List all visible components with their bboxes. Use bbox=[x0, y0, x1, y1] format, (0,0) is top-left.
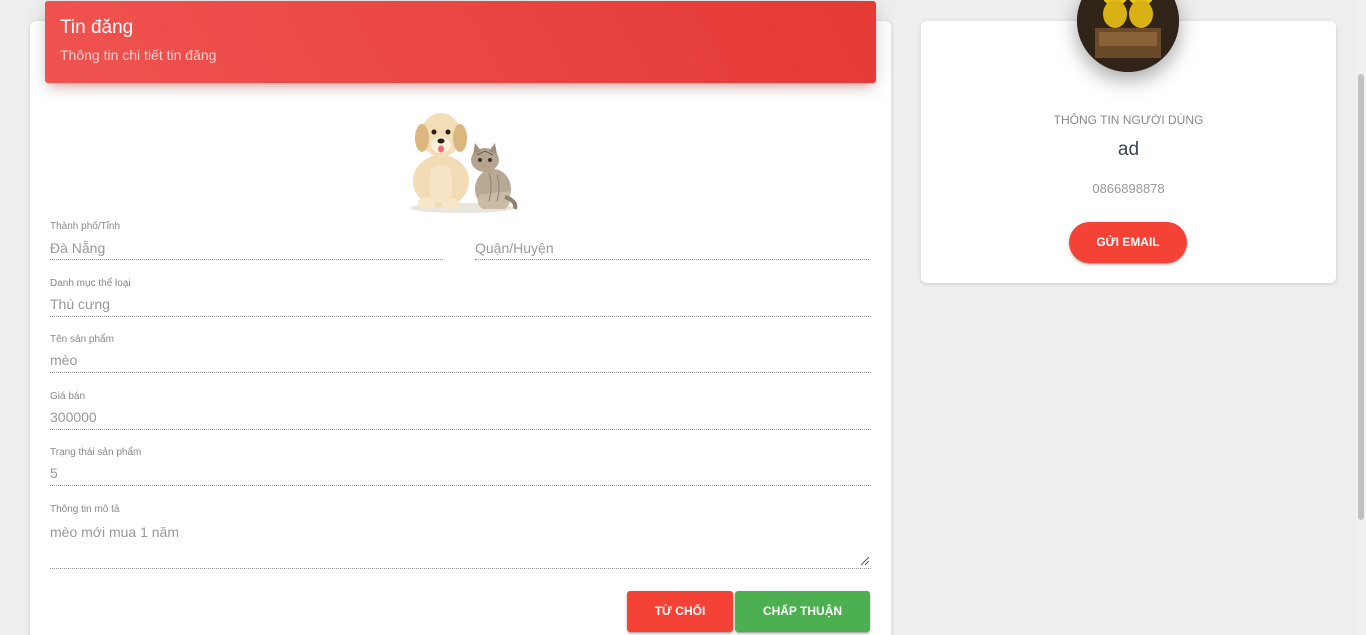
send-email-button[interactable]: GỬI EMAIL bbox=[1069, 222, 1187, 263]
price-underline bbox=[50, 429, 871, 430]
page-title: Tin đăng bbox=[60, 17, 134, 38]
reject-button[interactable]: TỪ CHỐI bbox=[627, 591, 733, 632]
category-field[interactable]: Danh mục thể loại Thú cưng bbox=[50, 278, 871, 319]
accept-button[interactable]: CHẤP THUẬN bbox=[735, 591, 870, 632]
user-info-label: THÔNG TIN NGƯỜI DÙNG bbox=[1053, 113, 1204, 127]
category-underline bbox=[50, 316, 871, 317]
product-image bbox=[405, 105, 520, 215]
page-subtitle: Thông tin chi tiết tin đăng bbox=[60, 47, 217, 63]
category-value: Thú cưng bbox=[50, 296, 110, 312]
card-header: Tin đăng Thông tin chi tiết tin đăng bbox=[45, 1, 876, 83]
description-label: Thông tin mô tả bbox=[50, 504, 120, 515]
product-name-label: Tên sản phẩm bbox=[50, 334, 114, 345]
city-field[interactable]: Thành phố/Tỉnh Đà Nẵng bbox=[50, 221, 443, 262]
price-label: Giá bán bbox=[50, 391, 86, 402]
price-field[interactable]: Giá bán 300000 bbox=[50, 391, 871, 432]
user-name: ad bbox=[1117, 139, 1140, 160]
district-placeholder: Quận/Huyện bbox=[475, 240, 554, 256]
status-value: 5 bbox=[50, 465, 58, 481]
city-value: Đà Nẵng bbox=[50, 240, 106, 256]
product-name-field[interactable]: Tên sản phẩm mèo bbox=[50, 334, 871, 375]
description-field[interactable]: Thông tin mô tả mèo mới mua 1 năm bbox=[50, 504, 871, 570]
description-underline bbox=[50, 568, 871, 569]
scrollbar-thumb[interactable] bbox=[1358, 74, 1364, 520]
status-label: Trạng thái sản phẩm bbox=[50, 447, 142, 458]
page-scrollbar[interactable] bbox=[1356, 0, 1366, 635]
district-field[interactable]: Quận/Huyện bbox=[475, 221, 869, 262]
category-label: Danh mục thể loại bbox=[50, 278, 131, 289]
product-name-underline bbox=[50, 372, 871, 373]
city-label: Thành phố/Tỉnh bbox=[50, 221, 121, 232]
user-phone: 0866898878 bbox=[1092, 181, 1165, 196]
status-underline bbox=[50, 485, 871, 486]
city-underline bbox=[50, 259, 443, 260]
status-field[interactable]: Trạng thái sản phẩm 5 bbox=[50, 447, 871, 488]
description-value: mèo mới mua 1 năm bbox=[50, 524, 180, 540]
district-underline bbox=[475, 259, 869, 260]
price-value: 300000 bbox=[50, 409, 97, 425]
product-name-value: mèo bbox=[50, 352, 78, 368]
resize-handle-icon[interactable] bbox=[860, 553, 870, 566]
